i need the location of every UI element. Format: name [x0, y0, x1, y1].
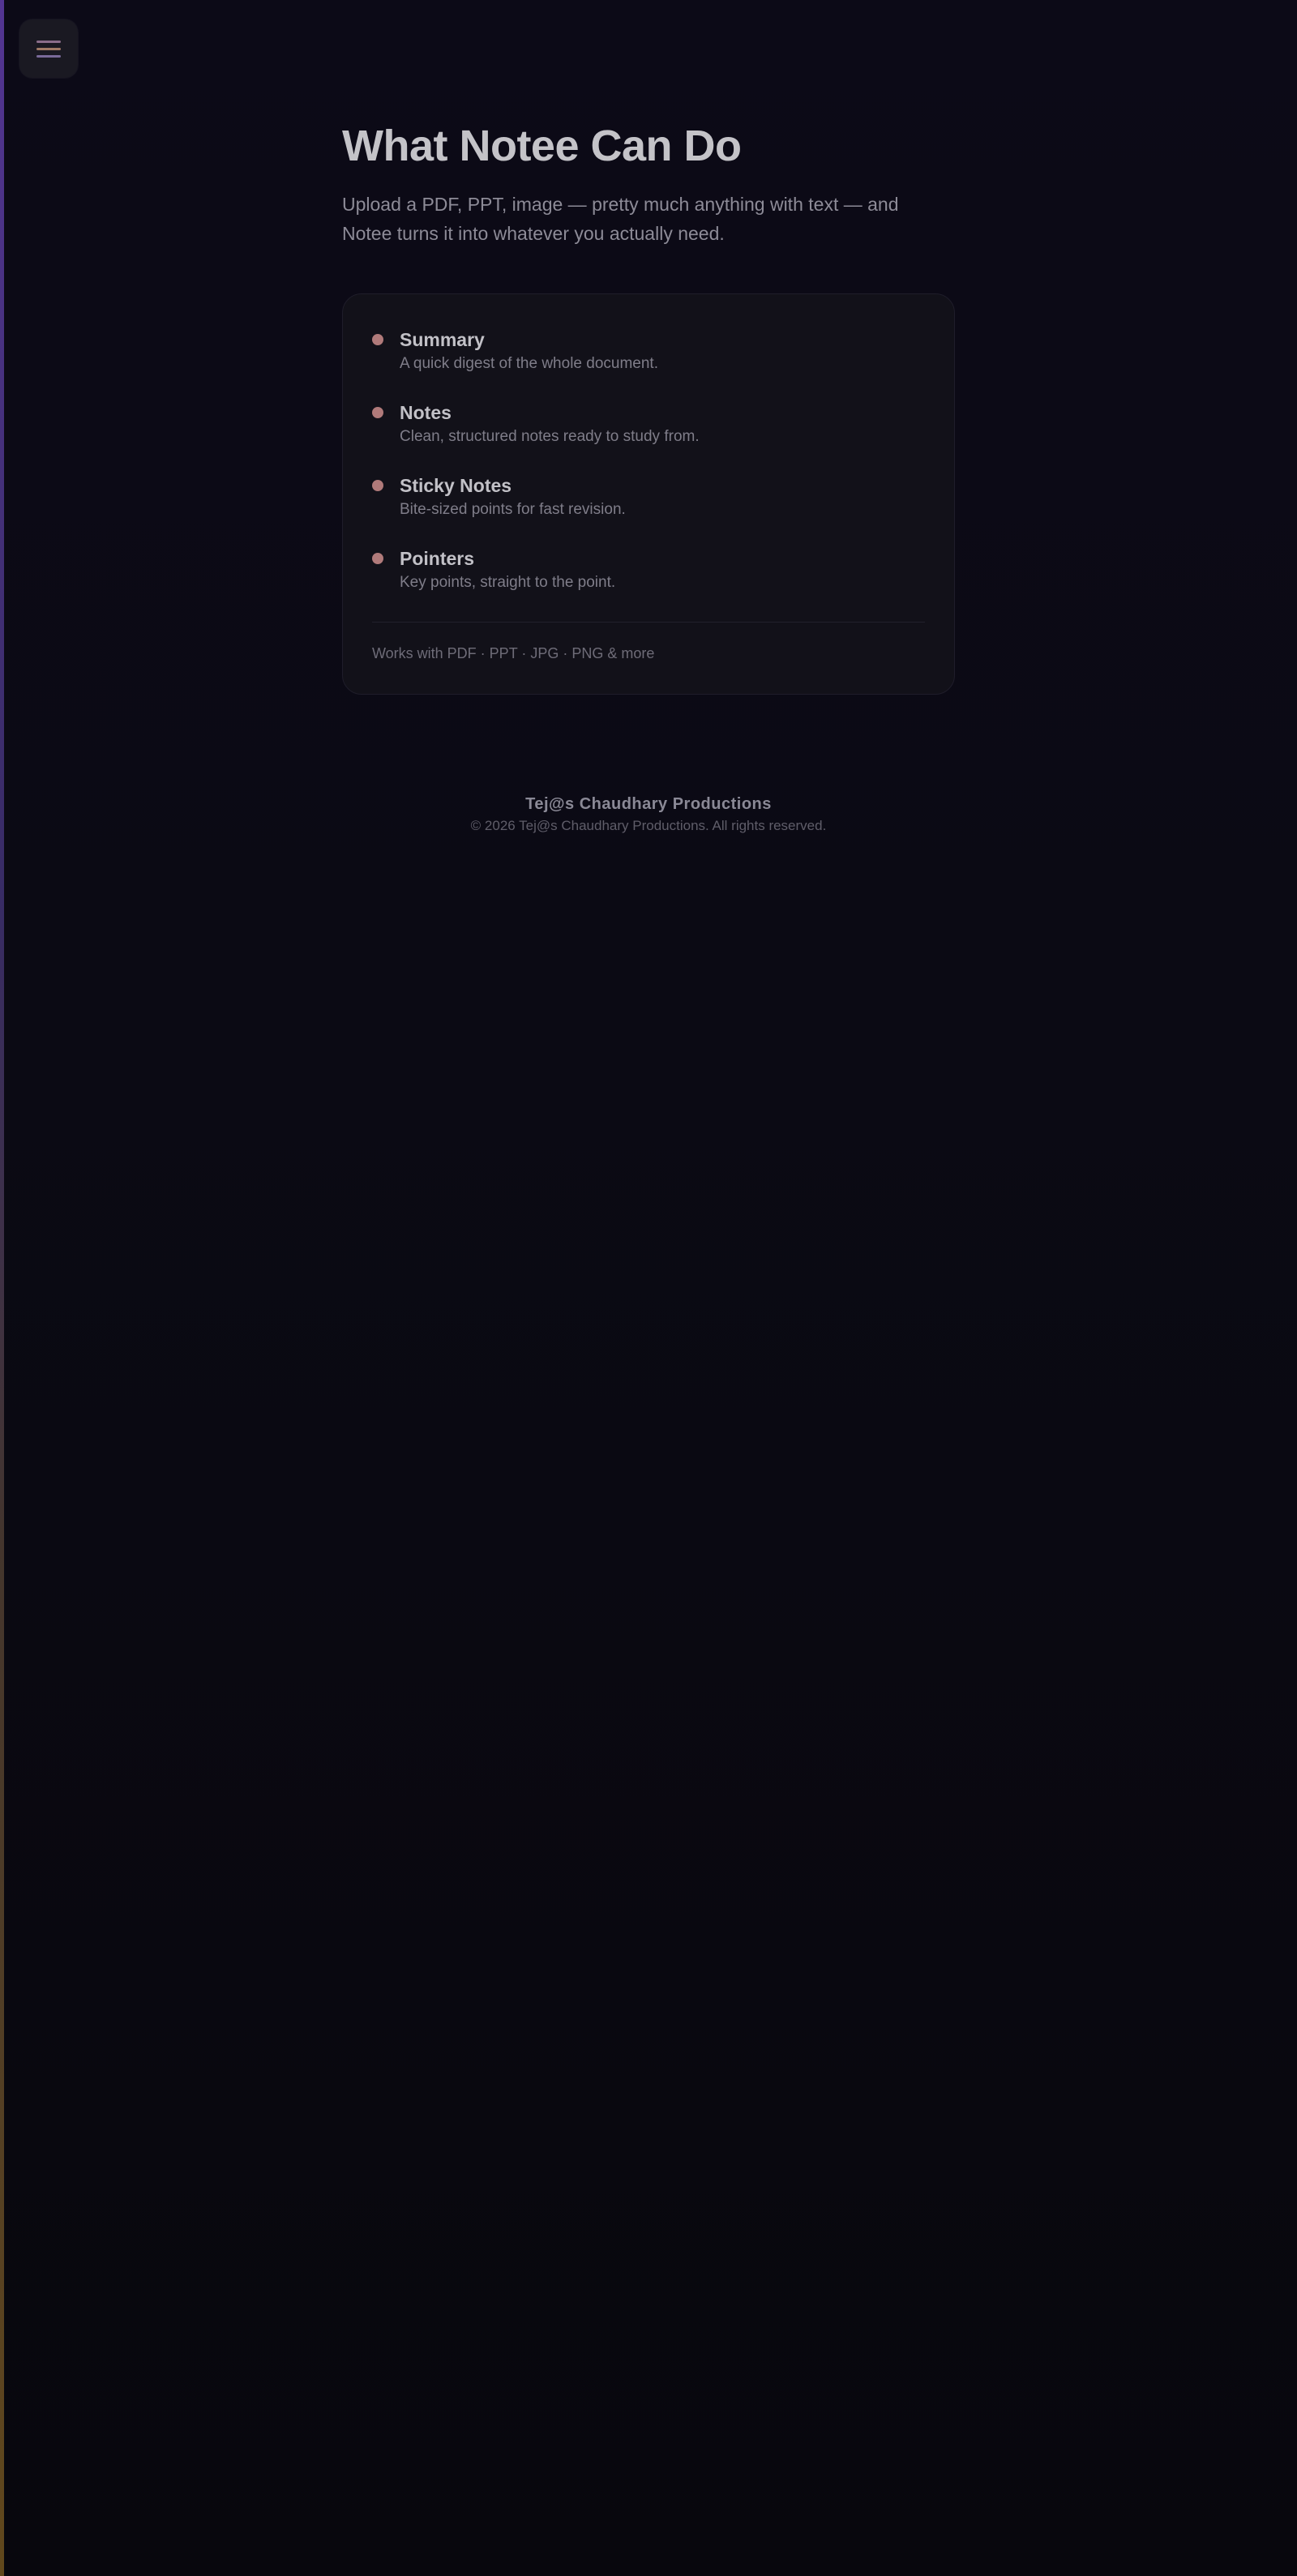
feature-description: Key points, straight to the point.: [400, 574, 616, 591]
main-content: What Notee Can Do Upload a PDF, PPT, ima…: [342, 113, 955, 695]
feature-pointers: Pointers Key points, straight to the poi…: [372, 546, 925, 594]
feature-title: Summary: [400, 329, 485, 350]
page-title: What Notee Can Do: [342, 122, 742, 170]
footer-copyright: © 2026 Tej@s Chaudhary Productions. All …: [470, 818, 827, 833]
feature-description: Bite-sized points for fast revision.: [400, 501, 626, 518]
feature-description: Clean, structured notes ready to study f…: [400, 428, 700, 445]
hamburger-menu-icon-bar: [36, 47, 61, 50]
supported-formats: Works with PDF · PPT · JPG · PNG & more: [372, 645, 655, 661]
bullet-dot-icon: [372, 480, 383, 491]
left-edge-accent: [0, 0, 4, 2576]
features-card: Summary A quick digest of the whole docu…: [342, 293, 955, 695]
bullet-dot-icon: [372, 407, 383, 418]
bullet-dot-icon: [372, 553, 383, 564]
bullet-dot-icon: [372, 334, 383, 345]
feature-title: Pointers: [400, 548, 475, 569]
card-divider: [372, 622, 925, 623]
hamburger-menu-icon: [36, 40, 61, 43]
feature-description: A quick digest of the whole document.: [400, 355, 658, 372]
feature-notes: Notes Clean, structured notes ready to s…: [372, 400, 925, 448]
footer-brand: Tej@s Chaudhary Productions: [525, 795, 772, 813]
feature-sticky-notes: Sticky Notes Bite-sized points for fast …: [372, 473, 925, 521]
hamburger-menu-icon-bar: [36, 54, 61, 58]
feature-title: Notes: [400, 402, 452, 423]
menu-button[interactable]: [19, 19, 78, 78]
feature-title: Sticky Notes: [400, 475, 512, 496]
footer: Tej@s Chaudhary Productions © 2026 Tej@s…: [0, 793, 1297, 837]
intro-text: Upload a PDF, PPT, image — pretty much a…: [342, 194, 899, 244]
feature-summary: Summary A quick digest of the whole docu…: [372, 327, 925, 375]
